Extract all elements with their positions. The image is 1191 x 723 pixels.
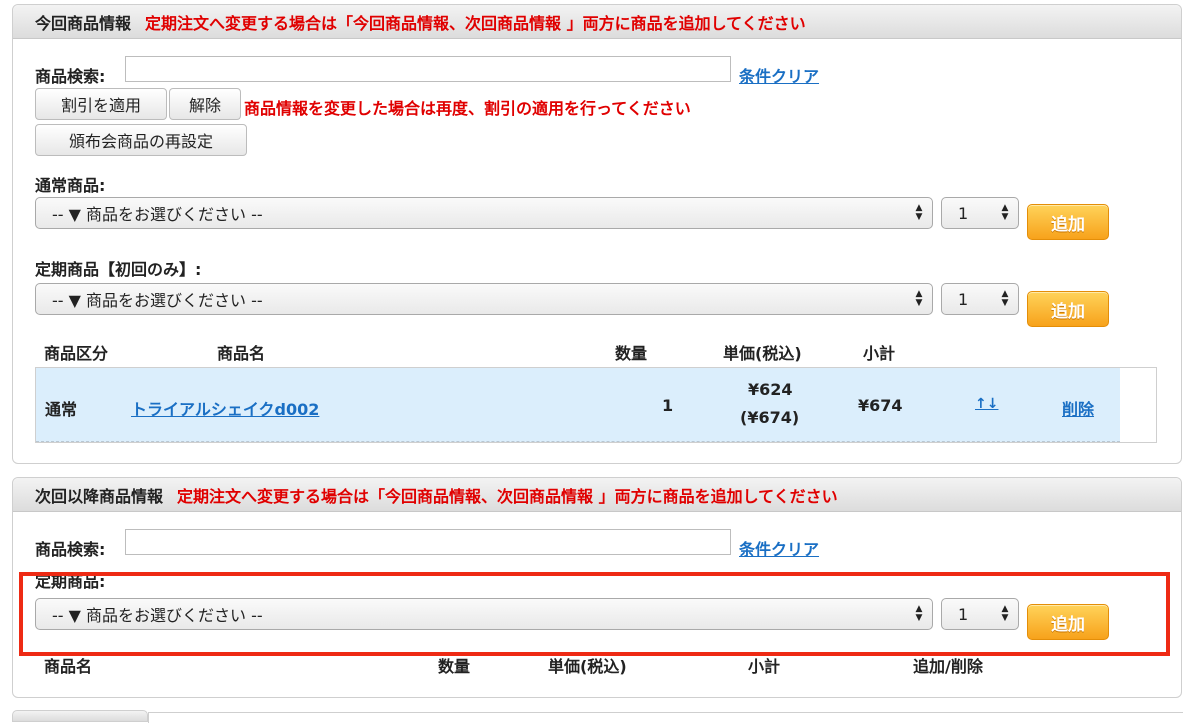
select-arrows-icon: ▲ ▼ — [1001, 203, 1009, 222]
row-subtotal: ¥674 — [858, 396, 903, 415]
current-clear-link[interactable]: 条件クリア — [739, 63, 819, 87]
normal-product-select-value: -- ▼ 商品をお選びください -- — [52, 205, 263, 224]
select-arrows-icon: ▲ ▼ — [915, 289, 923, 308]
current-search-label: 商品検索: — [35, 67, 106, 86]
next-clear-link[interactable]: 条件クリア — [739, 536, 819, 560]
apply-discount-button[interactable]: 割引を適用 — [35, 88, 167, 120]
next-th-name: 商品名 — [44, 657, 93, 676]
subs-first-add-button[interactable]: 追加 — [1027, 291, 1109, 327]
next-panel-title: 次回以降商品情報 — [35, 486, 164, 506]
next-th-action: 追加/削除 — [913, 657, 983, 676]
bottom-tab — [12, 710, 148, 722]
row-move-icon[interactable]: ↑↓ — [975, 396, 998, 412]
next-panel-note: 定期注文へ変更する場合は「今回商品情報、次回商品情報 」両方に商品を追加してくだ… — [177, 486, 838, 506]
next-th-price: 単価(税込) — [548, 657, 627, 676]
subs-first-select-value: -- ▼ 商品をお選びください -- — [52, 291, 263, 310]
row-price-tax: (¥674) — [740, 408, 800, 427]
th-qty: 数量 — [615, 344, 648, 363]
next-th-qty: 数量 — [438, 657, 471, 676]
row-kubun: 通常 — [45, 400, 78, 419]
reset-hanpukai-button[interactable]: 頒布会商品の再設定 — [35, 124, 247, 156]
subs-first-select[interactable]: -- ▼ 商品をお選びください -- ▲ ▼ — [35, 283, 933, 315]
normal-qty-select[interactable]: 1 ▲ ▼ — [941, 197, 1019, 229]
row-delete-link[interactable]: 削除 — [1062, 396, 1094, 420]
select-arrows-icon: ▲ ▼ — [1001, 289, 1009, 308]
annotation-highlight-box — [19, 572, 1170, 656]
normal-product-select[interactable]: -- ▼ 商品をお選びください -- ▲ ▼ — [35, 197, 933, 229]
subs-first-qty-value: 1 — [958, 289, 969, 309]
discount-note: 商品情報を変更した場合は再度、割引の適用を行ってください — [244, 99, 691, 118]
select-arrows-icon: ▲ ▼ — [915, 203, 923, 222]
next-search-label: 商品検索: — [35, 540, 106, 559]
current-panel-title: 今回商品情報 — [35, 13, 132, 33]
subs-first-label: 定期商品【初回のみ】: — [35, 260, 202, 279]
th-name: 商品名 — [217, 344, 266, 363]
th-price: 単価(税込) — [723, 344, 802, 363]
row-qty: 1 — [662, 396, 674, 415]
cancel-discount-button[interactable]: 解除 — [169, 88, 241, 120]
normal-product-label: 通常商品: — [35, 176, 106, 195]
th-subtotal: 小計 — [863, 344, 896, 363]
row-product-name-link[interactable]: トライアルシェイクd002 — [131, 396, 319, 420]
next-th-subtotal: 小計 — [748, 657, 781, 676]
normal-qty-value: 1 — [958, 203, 969, 223]
current-search-input[interactable] — [125, 56, 731, 82]
next-panel-header: 次回以降商品情報 定期注文へ変更する場合は「今回商品情報、次回商品情報 」両方に… — [13, 478, 1181, 512]
next-search-input[interactable] — [125, 529, 731, 555]
current-panel-note: 定期注文へ変更する場合は「今回商品情報、次回商品情報 」両方に商品を追加してくだ… — [145, 13, 806, 33]
bottom-panel-edge — [148, 712, 1183, 723]
th-kubun: 商品区分 — [44, 344, 109, 363]
subs-first-qty-select[interactable]: 1 ▲ ▼ — [941, 283, 1019, 315]
row-price: ¥624 — [748, 380, 793, 399]
current-panel-header: 今回商品情報 定期注文へ変更する場合は「今回商品情報、次回商品情報 」両方に商品… — [13, 5, 1181, 39]
normal-add-button[interactable]: 追加 — [1027, 204, 1109, 240]
